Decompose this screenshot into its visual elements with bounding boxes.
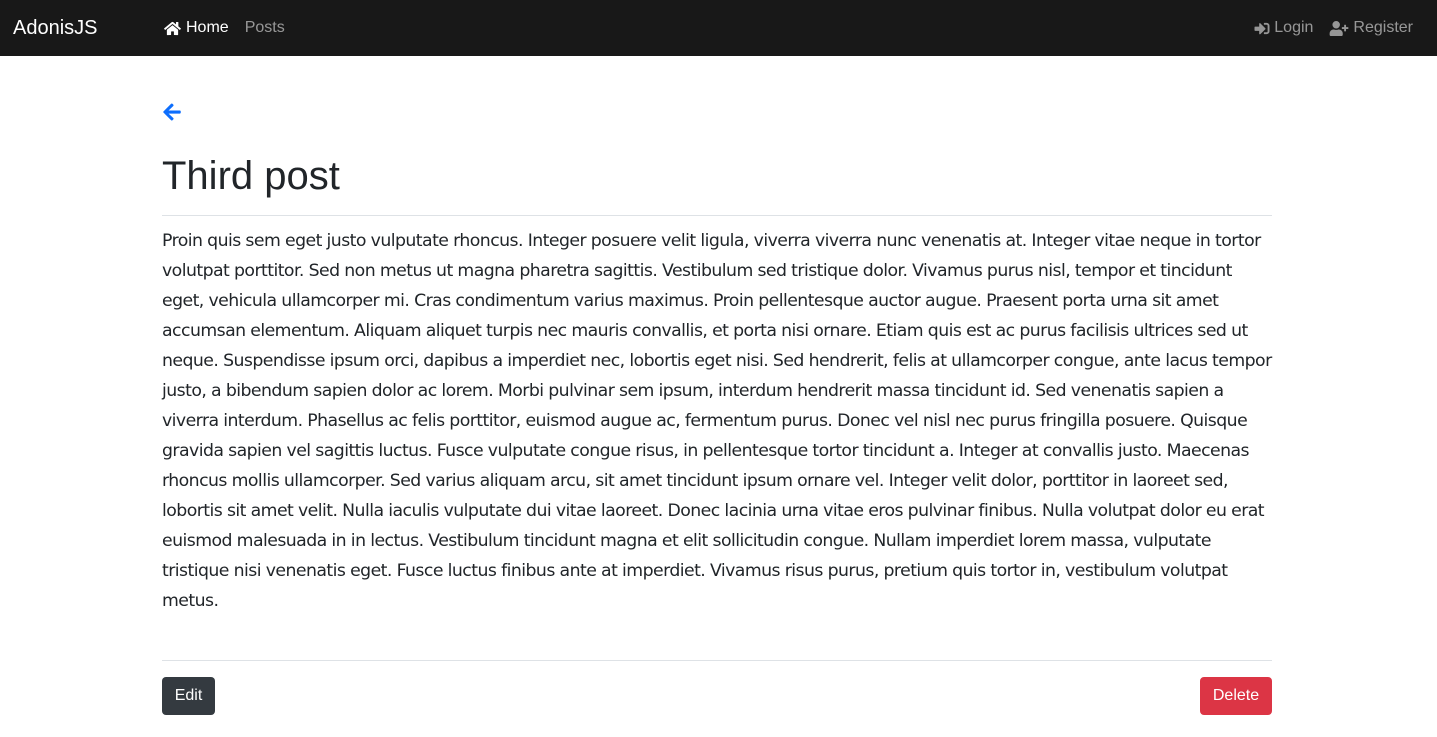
body-divider [162, 660, 1272, 661]
title-divider [162, 215, 1272, 216]
sign-in-icon [1254, 22, 1270, 34]
nav-login-link[interactable]: Login [1254, 19, 1313, 37]
nav-posts-label: Posts [244, 19, 285, 36]
post-title: Third post [162, 154, 340, 198]
home-icon [164, 21, 181, 35]
top-navbar: AdonisJS Home Posts Login Register [0, 0, 1437, 56]
edit-button[interactable]: Edit [162, 677, 215, 715]
nav-left-links: Home Posts [163, 0, 301, 56]
nav-right-links: Login Register [1238, 0, 1413, 56]
nav-home-label: Home [186, 19, 229, 36]
user-plus-icon [1330, 20, 1349, 36]
arrow-left-icon [163, 103, 181, 121]
post-body: Proin quis sem eget justo vulputate rhon… [162, 231, 1272, 611]
nav-login-label: Login [1274, 19, 1314, 36]
nav-posts-link[interactable]: Posts [245, 19, 285, 37]
delete-button[interactable]: Delete [1200, 677, 1272, 715]
nav-register-link[interactable]: Register [1329, 19, 1413, 37]
nav-home-link[interactable]: Home [163, 19, 229, 37]
nav-register-label: Register [1353, 19, 1413, 36]
back-link[interactable] [162, 102, 184, 124]
brand-link[interactable]: AdonisJS [13, 0, 98, 56]
